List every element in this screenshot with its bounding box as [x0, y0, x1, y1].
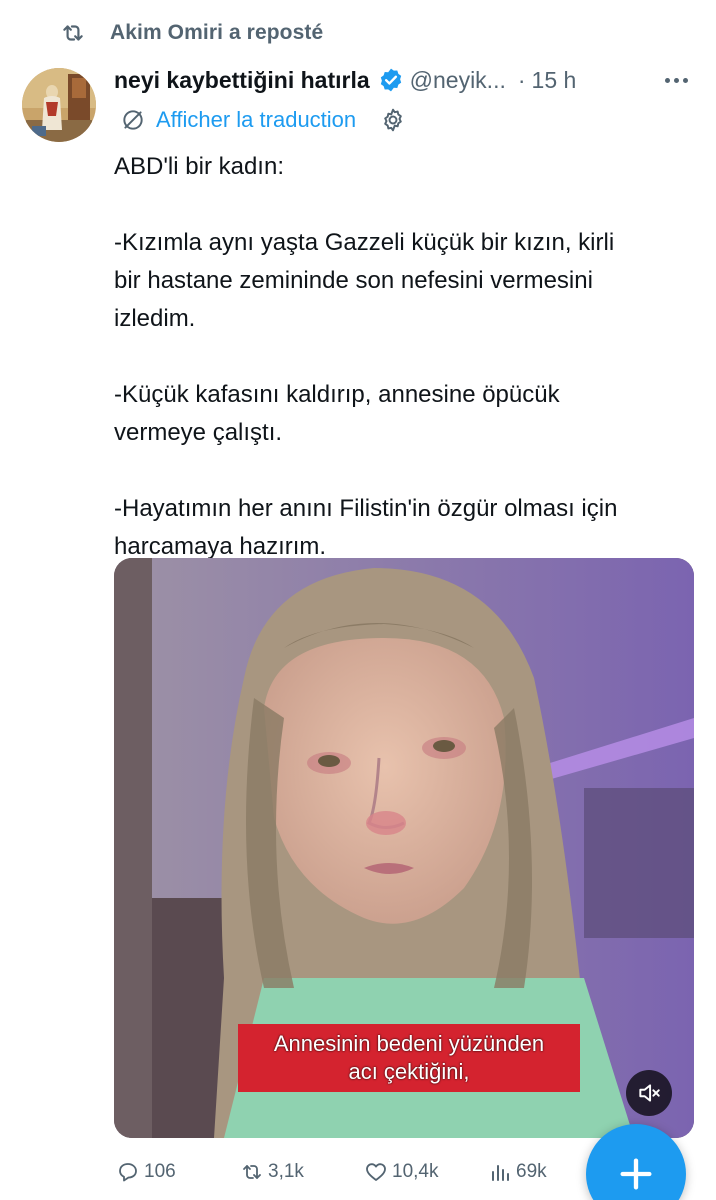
reply-count: 106: [144, 1161, 176, 1182]
views-count: 69k: [516, 1161, 547, 1182]
more-options-icon[interactable]: [665, 77, 696, 83]
caption-line: acı çektiğini,: [348, 1059, 470, 1084]
tweet-time[interactable]: 15 h: [532, 67, 577, 94]
verified-badge-icon[interactable]: [378, 67, 404, 93]
reply-button[interactable]: 106: [116, 1160, 240, 1184]
tweet-paragraph: -Hayatımın her anını Filistin'in özgür o…: [114, 495, 618, 560]
repost-icon: [63, 25, 83, 41]
like-count: 10,4k: [392, 1161, 439, 1182]
author-handle[interactable]: @neyik...: [410, 67, 506, 94]
repost-indicator[interactable]: Akim Omiri a reposté: [60, 18, 323, 48]
tweet-paragraph: -Kızımla aynı yaşta Gazzeli küçük bir kı…: [114, 229, 615, 332]
repost-count: 3,1k: [268, 1161, 304, 1182]
tweet-header: neyi kaybettiğini hatırla @neyik... · 15…: [114, 60, 696, 100]
volume-muted-icon: [639, 1084, 660, 1102]
tweet-actions: 106 3,1k 10,4k 69k: [116, 1154, 586, 1190]
video-player[interactable]: Annesinin bedeni yüzünden acı çektiğini,: [114, 558, 694, 1138]
views-button[interactable]: 69k: [488, 1160, 578, 1184]
heart-icon: [366, 1163, 386, 1181]
caption-line: Annesinin bedeni yüzünden: [273, 1031, 545, 1056]
tweet-text: ABD'li bir kadın: -Kızımla aynı yaşta Ga…: [114, 148, 704, 566]
translate-label: Afficher la traduction: [156, 107, 357, 132]
repost-button[interactable]: 3,1k: [240, 1160, 364, 1184]
author-display-name[interactable]: neyi kaybettiğini hatırla: [114, 67, 370, 94]
translate-icon: [123, 110, 143, 130]
mute-button[interactable]: [626, 1070, 672, 1116]
separator-dot: ·: [517, 66, 526, 93]
tweet-paragraph: ABD'li bir kadın:: [114, 153, 284, 180]
like-button[interactable]: 10,4k: [364, 1160, 488, 1184]
video-caption: Annesinin bedeni yüzünden acı çektiğini,: [238, 1024, 580, 1092]
tweet-paragraph: -Küçük kafasını kaldırıp, annesine öpücü…: [114, 381, 560, 446]
repost-text: Akim Omiri a reposté: [110, 21, 324, 44]
translate-link[interactable]: Afficher la traduction: [120, 104, 406, 136]
repost-icon: [243, 1165, 261, 1179]
avatar[interactable]: [22, 68, 96, 142]
views-chart-icon: [492, 1165, 509, 1181]
reply-icon: [119, 1163, 137, 1182]
plus-icon: [620, 1158, 652, 1190]
gear-icon[interactable]: [380, 107, 406, 133]
